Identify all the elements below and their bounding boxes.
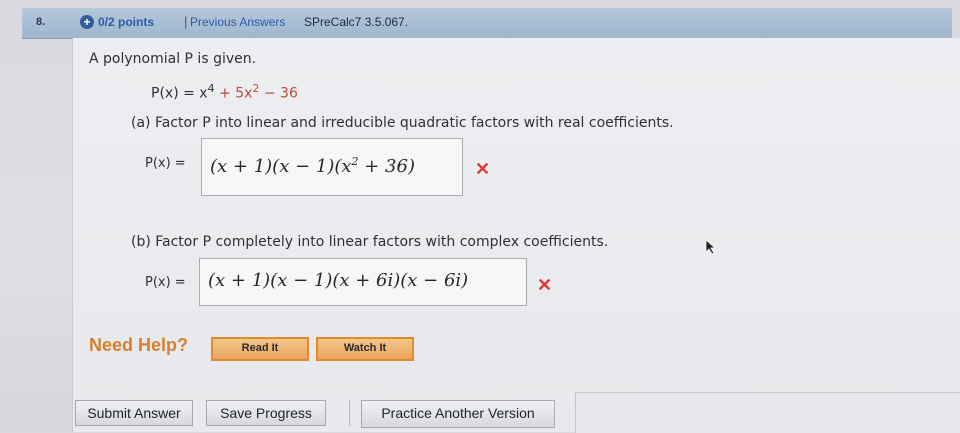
practice-another-version-button[interactable]: Practice Another Version — [361, 400, 555, 428]
polynomial-middle-term: + 5x — [214, 85, 253, 102]
watch-it-button[interactable]: Watch It — [316, 337, 414, 361]
part-b-prompt: (b) Factor P completely into linear fact… — [131, 234, 609, 250]
part-a-answer: (x + 1)(x − 1)(x2 + 36) — [210, 155, 415, 177]
previous-answers-link[interactable]: Previous Answers — [190, 15, 285, 29]
part-a-label: P(x) = — [145, 156, 186, 171]
polynomial-lhs: P(x) = x — [151, 85, 208, 102]
part-a-answer-field[interactable]: (x + 1)(x − 1)(x2 + 36) — [201, 138, 463, 196]
points-score: 0/2 points — [98, 15, 155, 29]
part-a-answer-tail: + 36) — [358, 156, 415, 177]
expand-plus-icon[interactable]: + — [80, 15, 94, 29]
button-divider — [349, 400, 350, 426]
question-body: A polynomial P is given. P(x) = x4 + 5x2… — [72, 38, 960, 433]
part-b-answer: (x + 1)(x − 1)(x + 6i)(x − 6i) — [208, 270, 469, 291]
part-b-answer-field[interactable]: (x + 1)(x − 1)(x + 6i)(x − 6i) — [199, 258, 527, 306]
question-header: 8. + 0/2 points | Previous Answers SPreC… — [22, 8, 952, 39]
save-progress-button[interactable]: Save Progress — [206, 400, 326, 426]
part-a-incorrect-icon: ✕ — [475, 159, 491, 179]
submit-answer-button[interactable]: Submit Answer — [75, 400, 193, 426]
part-a-answer-exponent: 2 — [351, 155, 359, 168]
polynomial-constant: − 36 — [259, 85, 298, 102]
mouse-cursor-icon — [705, 239, 717, 255]
side-panel — [575, 392, 960, 433]
polynomial-definition: P(x) = x4 + 5x2 − 36 — [151, 82, 298, 102]
part-a-prompt: (a) Factor P into linear and irreducible… — [131, 115, 674, 131]
question-number: 8. — [36, 16, 46, 28]
header-separator: | — [184, 14, 188, 29]
part-b-label: P(x) = — [145, 275, 186, 290]
need-help-label: Need Help? — [89, 335, 189, 355]
problem-intro: A polynomial P is given. — [89, 51, 257, 67]
part-b-incorrect-icon: ✕ — [537, 275, 553, 295]
polynomial-exponent-4: 4 — [207, 82, 215, 95]
part-a-answer-main: (x + 1)(x − 1)(x — [210, 156, 352, 177]
read-it-button[interactable]: Read It — [211, 337, 309, 361]
question-code: SPreCalc7 3.5.067. — [304, 15, 409, 29]
